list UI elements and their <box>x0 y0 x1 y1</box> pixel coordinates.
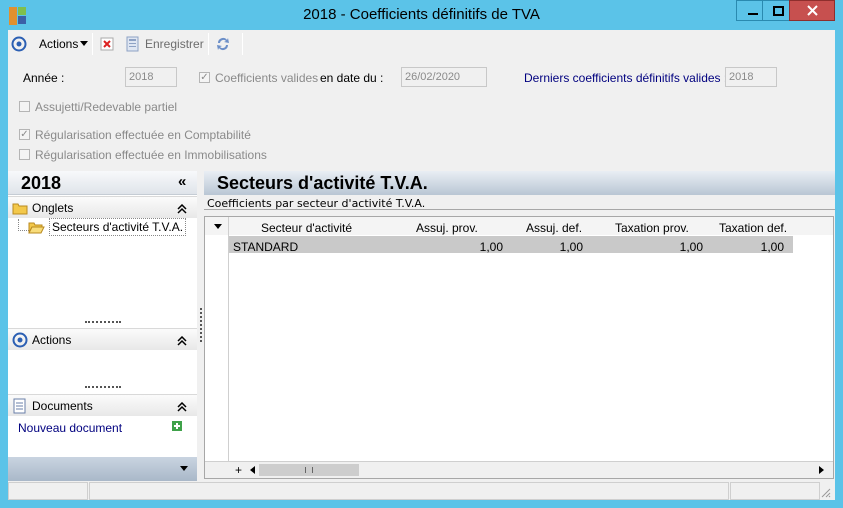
documents-header[interactable]: Documents <box>8 394 197 416</box>
en-date-du-label: en date du : <box>320 71 384 85</box>
col-header-assuj-prov[interactable]: Assuj. prov. <box>416 221 478 235</box>
application-window: 2018 - Coefficients définitifs de TVA Ac… <box>0 0 843 508</box>
actions-label: Actions <box>39 37 79 51</box>
collapse-up-icon[interactable] <box>177 204 187 214</box>
save-icon <box>126 36 139 52</box>
title-bar[interactable]: 2018 - Coefficients définitifs de TVA <box>0 0 843 30</box>
collapse-panel-button[interactable]: « <box>178 173 186 190</box>
horizontal-scrollbar-thumb[interactable] <box>259 464 359 476</box>
coefficients-grid: Secteur d'activité Assuj. prov. Assuj. d… <box>204 216 834 479</box>
cell-taxation-prov[interactable]: 1,00 <box>669 240 703 254</box>
folder-icon <box>12 203 28 215</box>
delete-icon <box>100 37 114 51</box>
scroll-right-icon[interactable] <box>819 466 825 474</box>
onglet-item-secteurs[interactable]: Secteurs d'activité T.V.A. <box>28 218 187 236</box>
add-document-icon[interactable] <box>172 421 182 431</box>
onglet-item-label: Secteurs d'activité T.V.A. <box>49 218 187 236</box>
close-icon <box>806 5 818 16</box>
onglets-label: Onglets <box>32 201 74 215</box>
main-panel: Secteurs d'activité T.V.A. Coefficients … <box>204 171 835 481</box>
derniers-label: Derniers coefficients définitifs valides… <box>524 71 728 85</box>
col-header-secteur[interactable]: Secteur d'activité <box>261 221 352 235</box>
window-title: 2018 - Coefficients définitifs de TVA <box>303 6 540 23</box>
save-button[interactable]: Enregistrer <box>125 35 204 53</box>
year-title: 2018 <box>21 173 62 193</box>
documents-label: Documents <box>32 399 93 413</box>
coeff-valides-label: Coefficients valides <box>215 71 319 85</box>
maximize-icon <box>773 5 784 16</box>
coeff-valides-checkbox[interactable]: ✓ <box>199 72 210 83</box>
minimize-icon <box>747 12 758 15</box>
reg-compta-label: Régularisation effectuée en Comptabilité <box>35 128 251 142</box>
column-chooser-icon[interactable] <box>214 224 222 230</box>
cell-taxation-def[interactable]: 1,00 <box>750 240 784 254</box>
scroll-left-icon[interactable] <box>250 466 256 474</box>
actions-header[interactable]: Actions <box>8 328 197 350</box>
splitter-grip[interactable] <box>85 386 121 389</box>
chevron-down-icon[interactable] <box>180 466 188 472</box>
refresh-button[interactable] <box>215 35 231 53</box>
refresh-icon <box>217 38 229 51</box>
cell-secteur[interactable]: STANDARD <box>233 240 298 254</box>
assujetti-label: Assujetti/Redevable partiel <box>35 100 178 114</box>
delete-button[interactable] <box>100 35 114 53</box>
document-icon <box>13 398 26 414</box>
resize-grip-icon[interactable] <box>821 488 831 498</box>
divider <box>204 209 835 210</box>
onglets-header[interactable]: Onglets <box>8 196 197 218</box>
splitter-grip[interactable] <box>85 321 121 324</box>
status-bar <box>8 482 835 500</box>
table-row[interactable] <box>229 236 793 253</box>
close-button[interactable] <box>789 0 835 21</box>
save-label: Enregistrer <box>145 37 204 51</box>
en-date-du-field[interactable]: 26/02/2020 <box>401 67 487 87</box>
col-header-taxation-def[interactable]: Taxation def. <box>719 221 787 235</box>
grid-footer: + <box>205 461 833 478</box>
assujetti-checkbox[interactable] <box>19 101 30 112</box>
annee-field[interactable]: 2018 <box>125 67 177 87</box>
derniers-field[interactable]: 2018 <box>725 67 777 87</box>
annee-label: Année : <box>23 71 65 85</box>
reg-immo-checkbox[interactable] <box>19 149 30 160</box>
cell-assuj-prov[interactable]: 1,00 <box>469 240 503 254</box>
new-document-link[interactable]: Nouveau document <box>18 421 122 435</box>
cell-assuj-def[interactable]: 1,00 <box>549 240 583 254</box>
target-icon <box>11 36 27 52</box>
vertical-splitter[interactable] <box>200 308 202 342</box>
page-title: Secteurs d'activité T.V.A. <box>217 173 428 193</box>
client-area: Actions Enregistrer Année : 2018 ✓ Coeff… <box>8 30 835 500</box>
collapse-up-icon[interactable] <box>177 402 187 412</box>
actions-panel-label: Actions <box>32 333 72 347</box>
toolbar: Actions Enregistrer <box>8 30 835 58</box>
reg-compta-checkbox[interactable]: ✓ <box>19 129 30 140</box>
col-header-assuj-def[interactable]: Assuj. def. <box>526 221 582 235</box>
reg-immo-label: Régularisation effectuée en Immobilisati… <box>35 148 267 162</box>
dropdown-arrow-icon <box>80 41 89 46</box>
target-button[interactable] <box>11 35 27 53</box>
panel-title-bar: Secteurs d'activité T.V.A. <box>204 171 835 195</box>
year-header: 2018 « <box>8 171 197 195</box>
target-icon <box>12 332 28 348</box>
add-row-button[interactable]: + <box>235 463 242 477</box>
panel-footer <box>8 457 197 481</box>
collapse-up-icon[interactable] <box>177 336 187 346</box>
navigation-panel: 2018 « Onglets Secteurs d'activité T.V.A… <box>8 171 197 481</box>
col-header-taxation-prov[interactable]: Taxation prov. <box>615 221 689 235</box>
actions-menu[interactable]: Actions <box>39 35 89 53</box>
open-folder-icon <box>28 222 45 233</box>
